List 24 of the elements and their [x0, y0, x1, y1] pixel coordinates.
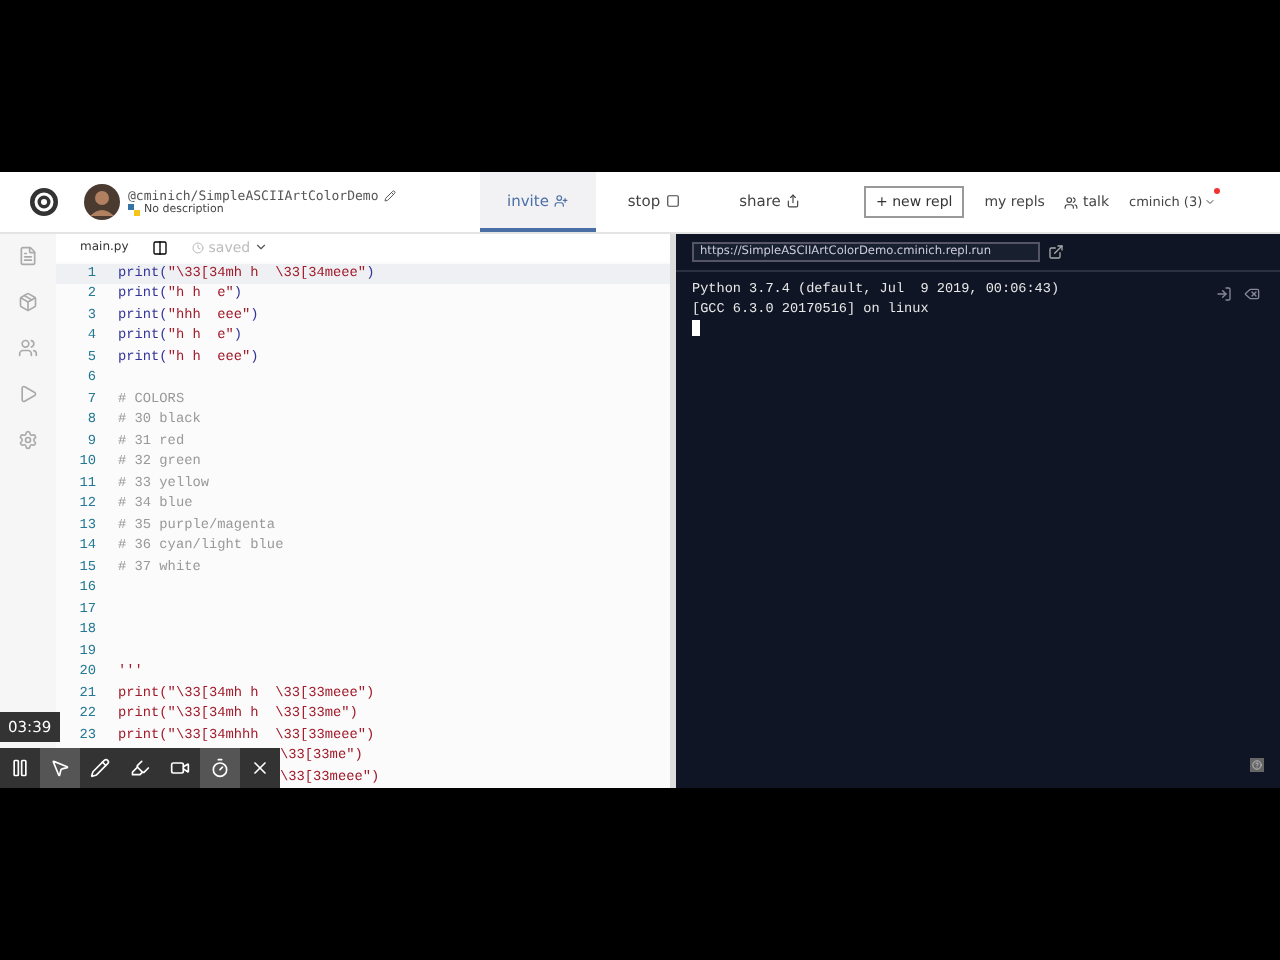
close-icon	[250, 758, 270, 778]
layout-icon[interactable]	[152, 239, 169, 256]
pencil-icon[interactable]	[384, 190, 397, 202]
python-icon	[128, 204, 140, 216]
pen-icon	[90, 758, 110, 778]
clock-icon	[192, 241, 205, 254]
camera-icon	[170, 758, 190, 778]
avatar	[84, 184, 120, 220]
pointer-button[interactable]	[40, 748, 80, 788]
pointer-icon	[50, 758, 70, 778]
user-plus-icon	[554, 193, 569, 207]
caret-icon[interactable]	[254, 240, 269, 255]
people-icon	[1064, 195, 1079, 209]
text-cursor	[692, 320, 700, 336]
external-link-icon[interactable]	[1048, 244, 1064, 260]
timer-icon	[210, 758, 230, 778]
timer-button[interactable]	[200, 748, 240, 788]
clear-icon[interactable]	[1244, 286, 1260, 302]
square-icon	[666, 193, 681, 207]
share-icon	[786, 193, 801, 207]
marker-icon	[130, 758, 150, 778]
pause-icon	[10, 758, 30, 778]
enter-icon[interactable]	[1216, 286, 1232, 302]
logo-icon[interactable]	[28, 186, 60, 218]
